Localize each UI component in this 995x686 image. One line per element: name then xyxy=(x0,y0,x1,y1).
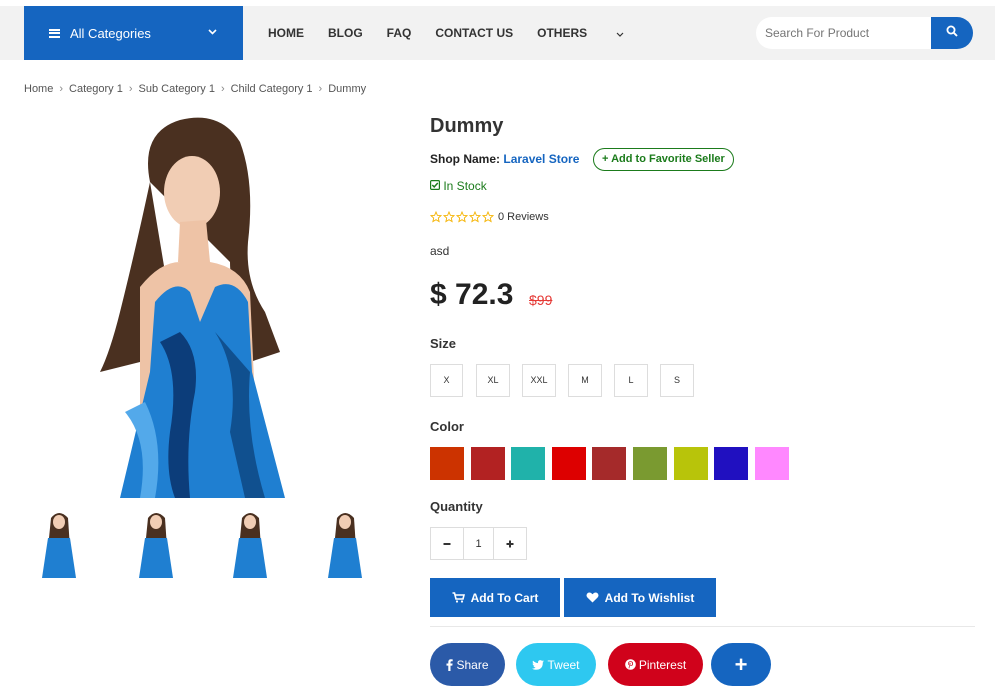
size-option[interactable]: L xyxy=(614,364,648,397)
plus-icon: + xyxy=(602,153,609,165)
breadcrumb-home[interactable]: Home xyxy=(24,83,53,95)
product-price: $ 72.3 xyxy=(430,278,514,311)
chevron-right-icon: › xyxy=(59,83,64,95)
heart-icon xyxy=(586,592,599,603)
breadcrumb: Home › Category 1 › Sub Category 1 › Child … xyxy=(24,83,366,95)
size-option[interactable]: X xyxy=(430,364,463,397)
product-main-image[interactable] xyxy=(80,112,320,498)
add-favorite-seller-label: Add to Favorite Seller xyxy=(611,153,725,165)
menu-others-label: OTHERS xyxy=(537,26,588,40)
color-swatch[interactable] xyxy=(633,447,667,480)
color-swatch[interactable] xyxy=(673,447,708,480)
shop-name-label: Shop Name: xyxy=(430,152,501,166)
search-input[interactable] xyxy=(756,17,932,49)
search-icon xyxy=(946,24,958,42)
shop-name: Shop Name: Laravel Store xyxy=(430,152,579,166)
color-swatch[interactable] xyxy=(511,447,546,480)
stock-label: In Stock xyxy=(443,179,487,193)
star-rating xyxy=(430,211,494,223)
share-pinterest-button[interactable]: Pinterest xyxy=(608,643,703,686)
menu-faq[interactable]: FAQ xyxy=(387,26,412,40)
color-swatch[interactable] xyxy=(754,447,789,480)
menu-contact[interactable]: CONTACT US xyxy=(435,26,513,40)
size-option[interactable]: XL xyxy=(476,364,510,397)
share-facebook-button[interactable]: Share xyxy=(430,643,505,686)
size-option[interactable]: XXL xyxy=(522,364,556,397)
pinterest-label: Pinterest xyxy=(638,657,687,672)
size-option[interactable]: M xyxy=(568,364,602,397)
pinterest-icon xyxy=(625,659,636,670)
product-description: asd xyxy=(430,244,450,258)
minus-icon xyxy=(443,542,451,545)
breadcrumb-current: Dummy xyxy=(328,83,367,95)
size-label: Size xyxy=(430,336,457,351)
facebook-icon xyxy=(446,658,454,671)
add-to-wishlist-label: Add To Wishlist xyxy=(604,590,695,605)
color-swatch[interactable] xyxy=(470,447,505,480)
quantity-decrease-button[interactable] xyxy=(431,528,463,559)
product-thumbnail[interactable] xyxy=(36,508,82,578)
breadcrumb-sub-category[interactable]: Sub Category 1 xyxy=(139,83,215,95)
add-to-cart-label: Add To Cart xyxy=(470,590,539,605)
add-to-wishlist-button[interactable]: Add To Wishlist xyxy=(564,578,716,617)
chevron-right-icon: › xyxy=(128,83,133,95)
chevron-right-icon: › xyxy=(318,83,323,95)
main-menu: HOME BLOG FAQ CONTACT US OTHERS xyxy=(268,6,672,60)
color-swatch[interactable] xyxy=(551,447,586,480)
product-thumbnail[interactable] xyxy=(322,508,368,578)
product-title: Dummy xyxy=(430,115,504,137)
menu-blog[interactable]: BLOG xyxy=(328,26,363,40)
chevron-right-icon: › xyxy=(220,83,225,95)
color-swatch[interactable] xyxy=(592,447,627,480)
more-share-button[interactable]: + xyxy=(711,643,771,686)
shop-link[interactable]: Laravel Store xyxy=(503,152,579,166)
search-button[interactable] xyxy=(931,17,973,49)
quantity-stepper: 1 xyxy=(430,527,527,560)
color-label: Color xyxy=(430,419,464,434)
old-price: $99 xyxy=(529,292,553,308)
share-twitter-button[interactable]: Tweet xyxy=(516,643,596,686)
add-favorite-seller-button[interactable]: + Add to Favorite Seller xyxy=(593,148,734,171)
color-swatch[interactable] xyxy=(430,447,464,480)
product-thumbnail[interactable] xyxy=(227,508,273,578)
menu-others[interactable]: OTHERS xyxy=(537,26,648,40)
menu-icon xyxy=(49,28,60,38)
twitter-icon xyxy=(532,659,545,670)
chevron-down-icon xyxy=(208,26,217,38)
plus-icon: + xyxy=(734,651,748,677)
all-categories-label: All Categories xyxy=(70,25,151,41)
breadcrumb-category[interactable]: Category 1 xyxy=(69,83,123,95)
color-swatch[interactable] xyxy=(714,447,749,480)
size-option[interactable]: S xyxy=(660,364,694,397)
stock-status: In Stock xyxy=(430,179,487,193)
menu-home[interactable]: HOME xyxy=(268,26,304,40)
quantity-increase-button[interactable] xyxy=(494,528,526,559)
product-thumbnail[interactable] xyxy=(133,508,179,578)
quantity-value[interactable]: 1 xyxy=(463,528,494,559)
tweet-label: Tweet xyxy=(547,657,580,672)
all-categories-button[interactable]: All Categories xyxy=(24,6,243,60)
breadcrumb-child-category[interactable]: Child Category 1 xyxy=(231,83,313,95)
share-label: Share xyxy=(456,657,489,672)
add-to-cart-button[interactable]: Add To Cart xyxy=(430,578,560,617)
star-icons xyxy=(430,211,494,223)
check-square-icon xyxy=(430,179,443,193)
cart-icon xyxy=(452,592,465,603)
divider xyxy=(430,626,975,627)
review-count[interactable]: 0 Reviews xyxy=(498,211,549,223)
rating: 0 Reviews xyxy=(430,211,549,223)
quantity-label: Quantity xyxy=(430,499,483,514)
chevron-down-icon xyxy=(613,29,624,40)
plus-icon xyxy=(506,540,514,547)
